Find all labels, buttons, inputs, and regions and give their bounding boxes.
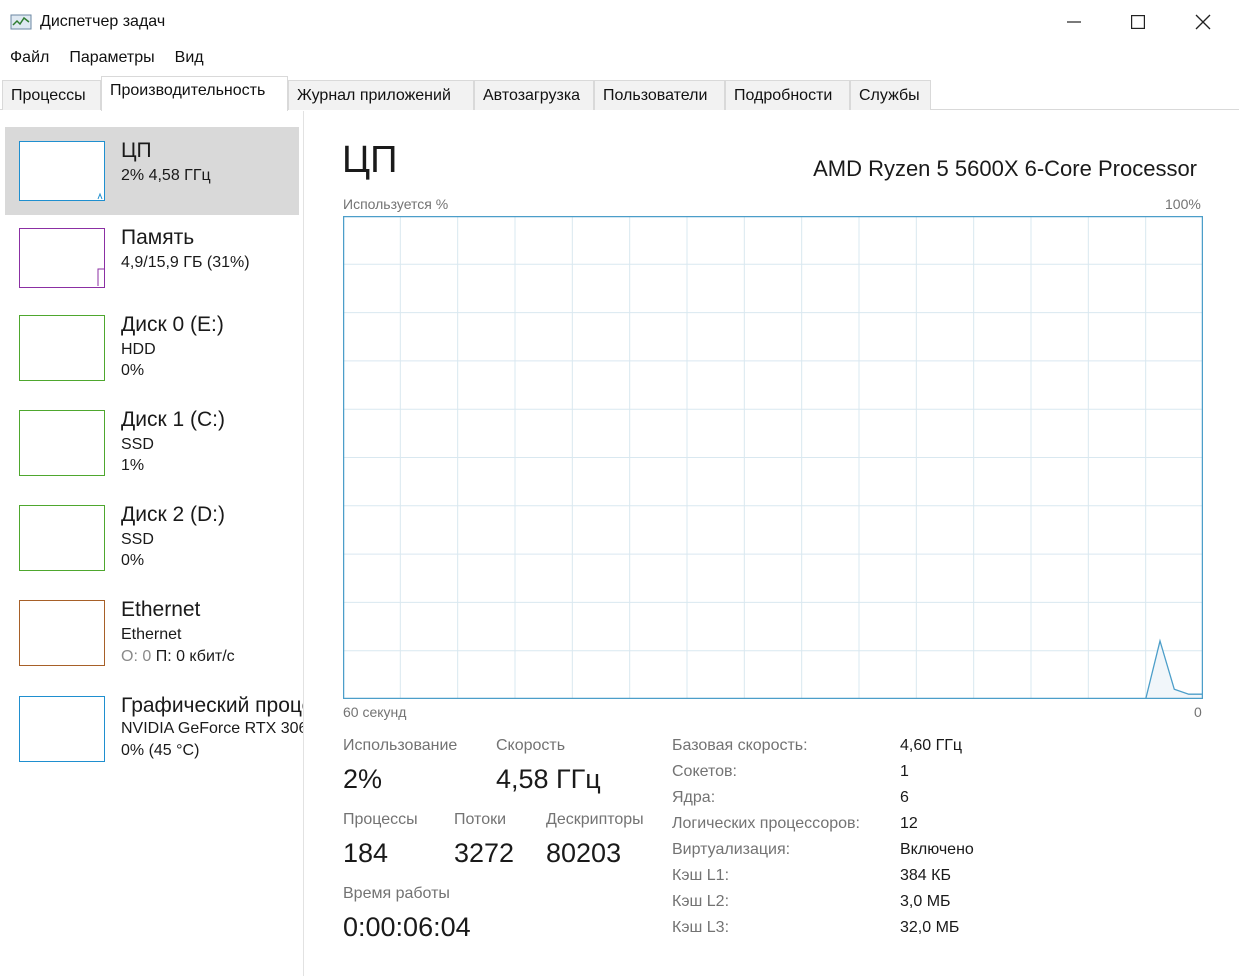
- sidebar-item-disk-2[interactable]: Диск 2 (D:) SSD 0%: [5, 491, 299, 579]
- sidebar-item-disk-0[interactable]: Диск 0 (E:) HDD 0%: [5, 301, 299, 389]
- tab-services[interactable]: Службы: [850, 80, 931, 110]
- cpu-mini-graph: [19, 141, 105, 201]
- sidebar-item-title: Диск 1 (C:): [121, 408, 225, 431]
- ethernet-mini-graph: [19, 600, 105, 666]
- close-icon: [1195, 14, 1211, 30]
- cpu-model-name: AMD Ryzen 5 5600X 6-Core Processor: [813, 156, 1197, 181]
- resource-sidebar: ЦП 2% 4,58 ГГц Память 4,9/15,9 ГБ (31%) …: [0, 111, 304, 976]
- tab-bar: Процессы Производительность Журнал прило…: [0, 76, 1239, 111]
- uptime-value: 0:00:06:04: [343, 912, 471, 942]
- processes-value: 184: [343, 838, 389, 868]
- sidebar-item-disk-1[interactable]: Диск 1 (C:) SSD 1%: [5, 396, 299, 484]
- gpu-mini-graph: [19, 696, 105, 762]
- sidebar-item-title: Графический процессор 0: [121, 694, 303, 717]
- sidebar-item-type: SSD: [121, 531, 154, 548]
- sidebar-item-type: HDD: [121, 341, 156, 358]
- cpu-performance-panel: ЦП AMD Ryzen 5 5600X 6-Core Processor Ис…: [305, 111, 1239, 976]
- processes-label: Процессы: [343, 811, 418, 828]
- page-title: ЦП: [342, 139, 398, 181]
- sidebar-item-title: Диск 0 (E:): [121, 313, 224, 336]
- sidebar-item-title: Память: [121, 226, 195, 249]
- sidebar-item-detail: О: 0 П: 0 кбит/с: [121, 648, 235, 666]
- menu-options[interactable]: Параметры: [59, 46, 164, 72]
- sidebar-item-detail: 0%: [121, 362, 145, 379]
- spec-value: 384 КБ: [900, 867, 951, 884]
- cpu-usage-line: [343, 638, 1203, 699]
- sidebar-item-type: NVIDIA GeForce RTX 3060: [121, 720, 304, 737]
- spec-label: Базовая скорость:: [672, 737, 808, 754]
- minimize-icon: [1067, 21, 1081, 23]
- menu-view[interactable]: Вид: [165, 46, 214, 72]
- graph-time-label: 60 секунд: [343, 704, 407, 720]
- spec-label: Виртуализация:: [672, 841, 791, 858]
- tab-performance[interactable]: Производительность: [101, 76, 288, 111]
- spec-value: 6: [900, 789, 909, 806]
- ethernet-send: О: 0: [121, 648, 152, 665]
- sidebar-item-detail: 1%: [121, 457, 145, 474]
- window-title: Диспетчер задач: [40, 13, 166, 30]
- sidebar-item-detail: 0%: [121, 552, 145, 569]
- spec-value: 4,60 ГГц: [900, 737, 963, 754]
- threads-value: 3272: [454, 838, 515, 868]
- usage-label: Использование: [343, 737, 458, 754]
- tab-users[interactable]: Пользователи: [594, 80, 725, 110]
- sidebar-item-detail: 4,9/15,9 ГБ (31%): [121, 254, 250, 271]
- menu-bar: Файл Параметры Вид: [0, 46, 214, 72]
- tab-processes[interactable]: Процессы: [2, 80, 101, 110]
- graph-max-label: 100%: [1165, 196, 1201, 212]
- usage-value: 2%: [343, 764, 383, 794]
- title-bar: Диспетчер задач: [0, 0, 1239, 44]
- spec-value: 32,0 МБ: [900, 919, 960, 936]
- sidebar-item-title: ЦП: [121, 139, 152, 162]
- sidebar-item-ethernet[interactable]: Ethernet Ethernet О: 0 П: 0 кбит/с: [5, 586, 299, 674]
- spec-label: Кэш L1:: [672, 867, 730, 884]
- tab-details[interactable]: Подробности: [725, 80, 850, 110]
- minimize-button[interactable]: [1041, 0, 1107, 44]
- spec-value: 1: [900, 763, 909, 780]
- sidebar-item-detail: 0% (45 °C): [121, 742, 200, 759]
- handles-label: Дескрипторы: [546, 811, 644, 828]
- threads-label: Потоки: [454, 811, 507, 828]
- speed-value: 4,58 ГГц: [496, 764, 601, 794]
- disk-2-mini-graph: [19, 505, 105, 571]
- spec-value: 3,0 МБ: [900, 893, 951, 910]
- spec-value: 12: [900, 815, 918, 832]
- sidebar-item-title: Диск 2 (D:): [121, 503, 225, 526]
- sidebar-item-cpu[interactable]: ЦП 2% 4,58 ГГц: [5, 127, 299, 215]
- cpu-usage-area: [343, 641, 1203, 699]
- sidebar-item-title: Ethernet: [121, 598, 201, 621]
- ethernet-receive: П: 0 кбит/с: [155, 648, 235, 665]
- disk-0-mini-graph: [19, 315, 105, 381]
- graph-min-label: 0: [1194, 704, 1202, 720]
- tab-app-history[interactable]: Журнал приложений: [288, 80, 474, 110]
- spec-label: Кэш L3:: [672, 919, 730, 936]
- close-button[interactable]: [1170, 0, 1236, 44]
- graph-y-label: Используется %: [343, 196, 449, 212]
- cpu-usage-graph: [343, 216, 1203, 699]
- uptime-label: Время работы: [343, 885, 450, 902]
- spec-label: Сокетов:: [672, 763, 737, 780]
- task-manager-icon: [10, 14, 32, 30]
- menu-file[interactable]: Файл: [0, 46, 59, 72]
- sidebar-item-type: SSD: [121, 436, 154, 453]
- cpu-mini-spike: [97, 192, 103, 200]
- sidebar-item-detail: 2% 4,58 ГГц: [121, 167, 211, 184]
- speed-label: Скорость: [496, 737, 566, 754]
- maximize-icon: [1131, 15, 1145, 29]
- sidebar-item-memory[interactable]: Память 4,9/15,9 ГБ (31%): [5, 214, 299, 302]
- sidebar-item-gpu[interactable]: Графический процессор 0 NVIDIA GeForce R…: [5, 682, 303, 770]
- spec-value: Включено: [900, 841, 974, 858]
- spec-label: Кэш L2:: [672, 893, 730, 910]
- spec-label: Ядра:: [672, 789, 716, 806]
- spec-label: Логических процессоров:: [672, 815, 860, 832]
- sidebar-item-type: Ethernet: [121, 626, 182, 643]
- memory-mini-fill: [97, 268, 104, 286]
- maximize-button[interactable]: [1105, 0, 1171, 44]
- disk-1-mini-graph: [19, 410, 105, 476]
- tab-startup[interactable]: Автозагрузка: [474, 80, 594, 110]
- handles-value: 80203: [546, 838, 622, 868]
- memory-mini-graph: [19, 228, 105, 288]
